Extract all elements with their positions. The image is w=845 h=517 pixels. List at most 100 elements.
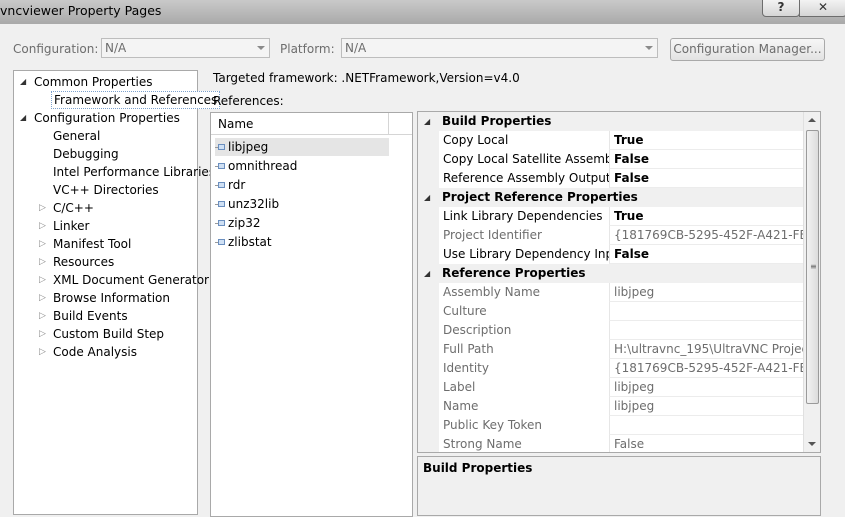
- property-row[interactable]: Culture: [418, 302, 803, 321]
- property-value[interactable]: H:\ultravnc_195\UltraVNC Project Ro: [609, 340, 803, 359]
- property-row[interactable]: Copy Local Satellite AssembliesFalse: [418, 150, 803, 169]
- property-value[interactable]: libjpeg: [609, 397, 803, 416]
- collapse-arrow-icon[interactable]: ▷: [39, 199, 46, 217]
- property-row[interactable]: Project Identifier {181769CB-5295-452F-A4…: [418, 226, 803, 245]
- expand-arrow-icon[interactable]: ◢: [20, 109, 26, 127]
- tree-item[interactable]: Custom Build Step: [53, 325, 164, 343]
- property-value[interactable]: {181769CB-5295-452F-A421-FE1F9ED: [609, 359, 803, 378]
- property-value[interactable]: True: [609, 207, 803, 226]
- property-tree[interactable]: ◢ Common Properties Framework and Referenc…: [13, 70, 221, 515]
- property-value[interactable]: [609, 416, 803, 435]
- property-category[interactable]: ◢ Reference Properties: [418, 264, 803, 283]
- property-category[interactable]: ◢ Project Reference Properties: [418, 188, 803, 207]
- scroll-down-icon[interactable]: [808, 442, 816, 446]
- references-list[interactable]: Name libjpeg omnithread rdr unz32lib zip32 zl…: [210, 112, 413, 517]
- tree-item[interactable]: General: [53, 127, 100, 145]
- property-value[interactable]: False: [609, 245, 803, 264]
- reference-item[interactable]: zip32: [215, 214, 261, 232]
- property-value[interactable]: {181769CB-5295-452F-A421-FE1F9ED: [609, 226, 803, 245]
- help-button[interactable]: ?: [762, 0, 800, 17]
- description-title: Build Properties: [423, 461, 533, 475]
- collapse-arrow-icon[interactable]: ▷: [39, 343, 46, 361]
- expand-arrow-icon[interactable]: ◢: [424, 112, 430, 131]
- references-label: References:: [213, 94, 284, 108]
- reference-name: zip32: [228, 216, 261, 230]
- property-row[interactable]: Label libjpeg: [418, 378, 803, 397]
- expand-arrow-icon[interactable]: ◢: [20, 73, 26, 91]
- property-row[interactable]: Public Key Token: [418, 416, 803, 435]
- tree-item[interactable]: Code Analysis: [53, 343, 137, 361]
- property-grid-scrollbar[interactable]: ≡: [803, 112, 820, 452]
- chevron-down-icon: [645, 46, 653, 50]
- tree-item[interactable]: Build Events: [53, 307, 128, 325]
- property-category[interactable]: ◢ Build Properties: [418, 112, 803, 131]
- property-value[interactable]: True: [609, 131, 803, 150]
- tree-item[interactable]: Browse Information: [53, 289, 170, 307]
- row-gutter: [418, 359, 439, 378]
- collapse-arrow-icon[interactable]: ▷: [39, 271, 46, 289]
- tree-item[interactable]: Debugging: [53, 145, 119, 163]
- reference-item[interactable]: unz32lib: [215, 195, 279, 213]
- property-value[interactable]: [609, 321, 803, 340]
- row-gutter: [418, 245, 439, 264]
- property-row[interactable]: Link Library Dependencies True: [418, 207, 803, 226]
- reference-icon: [215, 239, 225, 246]
- scroll-up-icon[interactable]: [808, 118, 816, 122]
- expand-arrow-icon[interactable]: ◢: [424, 188, 430, 207]
- property-row[interactable]: Full Path H:\ultravnc_195\UltraVNC Projec…: [418, 340, 803, 359]
- tree-item[interactable]: Intel Performance Libraries: [53, 163, 215, 181]
- property-row[interactable]: Name libjpeg: [418, 397, 803, 416]
- tree-item[interactable]: Linker: [53, 217, 89, 235]
- reference-item[interactable]: rdr: [215, 176, 245, 194]
- tree-item[interactable]: VC++ Directories: [53, 181, 159, 199]
- property-value[interactable]: False: [609, 150, 803, 169]
- reference-item[interactable]: libjpeg: [215, 138, 389, 156]
- property-row[interactable]: Description: [418, 321, 803, 340]
- property-row[interactable]: Strong Name False: [418, 435, 803, 452]
- property-row[interactable]: Use Library Dependency InputsFalse: [418, 245, 803, 264]
- tree-item[interactable]: XML Document Generator: [53, 271, 209, 289]
- property-name: Strong Name: [443, 437, 522, 451]
- reference-icon: [215, 182, 225, 189]
- reference-icon: [215, 163, 225, 170]
- row-gutter: [418, 207, 439, 226]
- collapse-arrow-icon[interactable]: ▷: [39, 253, 46, 271]
- property-row[interactable]: Identity {181769CB-5295-452F-A421-FE1F9ED: [418, 359, 803, 378]
- configuration-manager-button[interactable]: Configuration Manager...: [670, 38, 825, 61]
- collapse-arrow-icon[interactable]: ▷: [39, 325, 46, 343]
- property-value[interactable]: False: [609, 169, 803, 188]
- expand-arrow-icon[interactable]: ◢: [424, 264, 430, 283]
- window-title: vncviewer Property Pages: [0, 3, 162, 18]
- configuration-value: N/A: [105, 41, 127, 55]
- tree-item[interactable]: Resources: [53, 253, 114, 271]
- reference-name: rdr: [228, 178, 246, 192]
- scroll-thumb[interactable]: ≡: [806, 130, 819, 404]
- collapse-arrow-icon[interactable]: ▷: [39, 307, 46, 325]
- property-row[interactable]: Copy Local True: [418, 131, 803, 150]
- configuration-dropdown[interactable]: N/A: [101, 38, 270, 58]
- tree-item[interactable]: Framework and References: [51, 91, 221, 109]
- tree-item[interactable]: Common Properties: [34, 73, 153, 91]
- property-grid[interactable]: Copy Local True Copy Local Satellite Assem…: [417, 111, 821, 453]
- tree-item[interactable]: Manifest Tool: [53, 235, 131, 253]
- property-name: Full Path: [443, 342, 494, 356]
- row-gutter: [418, 378, 439, 397]
- help-icon: ?: [777, 0, 785, 14]
- reference-name: omnithread: [228, 159, 298, 173]
- property-value[interactable]: libjpeg: [609, 378, 803, 397]
- close-button[interactable]: ✕: [799, 0, 845, 17]
- reference-item[interactable]: zlibstat: [215, 233, 272, 251]
- tree-item[interactable]: C/C++: [53, 199, 94, 217]
- property-value[interactable]: [609, 302, 803, 321]
- collapse-arrow-icon[interactable]: ▷: [39, 217, 46, 235]
- tree-item[interactable]: Configuration Properties: [34, 109, 180, 127]
- property-value[interactable]: False: [609, 435, 803, 452]
- references-column-header[interactable]: Name: [211, 113, 389, 135]
- collapse-arrow-icon[interactable]: ▷: [39, 235, 46, 253]
- reference-item[interactable]: omnithread: [215, 157, 297, 175]
- platform-dropdown[interactable]: N/A: [341, 38, 658, 58]
- property-row[interactable]: Assembly Name libjpeg: [418, 283, 803, 302]
- property-value[interactable]: libjpeg: [609, 283, 803, 302]
- property-row[interactable]: Reference Assembly Output False: [418, 169, 803, 188]
- collapse-arrow-icon[interactable]: ▷: [39, 289, 46, 307]
